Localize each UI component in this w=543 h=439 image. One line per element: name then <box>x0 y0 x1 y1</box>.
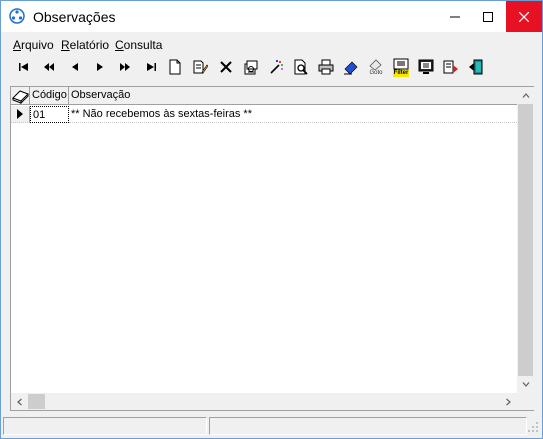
print-button[interactable] <box>315 56 337 78</box>
properties-icon <box>244 60 258 75</box>
scrollbar-corner <box>517 393 534 410</box>
chevron-down-icon <box>522 382 529 387</box>
printer-icon <box>318 59 334 75</box>
title-bar: Observações <box>1 1 542 32</box>
filter-button[interactable]: Filter <box>390 56 412 78</box>
horizontal-scrollbar[interactable] <box>11 393 517 410</box>
status-panel-1 <box>3 417 207 435</box>
minimize-button[interactable] <box>438 1 472 32</box>
new-record-button[interactable] <box>164 56 186 78</box>
last-record-button[interactable] <box>140 56 162 78</box>
goto-icon <box>369 59 382 70</box>
print-preview-icon <box>294 59 308 75</box>
current-row-icon <box>17 109 23 119</box>
monitor-icon <box>418 59 434 74</box>
horizontal-scroll-thumb[interactable] <box>28 394 45 409</box>
export-icon <box>443 60 458 74</box>
toolbar: Goto Filter <box>13 56 533 78</box>
delete-record-button[interactable] <box>215 56 237 78</box>
goto-label: Goto <box>369 70 383 76</box>
next-icon <box>97 63 103 71</box>
exit-door-icon <box>469 59 483 75</box>
column-header-codigo[interactable]: Código <box>30 87 69 105</box>
row-indicator[interactable] <box>11 106 30 123</box>
menu-arquivo-label: rquivo <box>21 38 54 52</box>
new-document-icon <box>169 59 181 75</box>
cell-codigo[interactable]: 01 <box>30 106 69 123</box>
book-icon <box>12 90 29 105</box>
observacoes-window: Observações Arquivo Relatório Consulta G… <box>0 0 543 439</box>
delete-icon <box>220 61 232 73</box>
next-page-button[interactable] <box>114 56 136 78</box>
app-icon <box>9 8 25 24</box>
previous-page-button[interactable] <box>38 56 60 78</box>
menu-consulta-label: onsulta <box>123 38 163 52</box>
menu-consulta[interactable]: Consulta <box>115 38 162 52</box>
rewind-icon <box>44 63 54 71</box>
scroll-left-button[interactable] <box>11 393 28 410</box>
prev-icon <box>72 63 78 71</box>
resize-grip[interactable] <box>527 421 539 433</box>
menu-relatorio[interactable]: Relatório <box>61 38 109 52</box>
preview-button[interactable] <box>290 56 312 78</box>
scroll-down-button[interactable] <box>517 376 534 393</box>
erase-button[interactable] <box>340 56 362 78</box>
status-bar <box>1 415 542 438</box>
menu-bar: Arquivo Relatório Consulta <box>1 36 542 54</box>
vertical-scroll-thumb[interactable] <box>518 104 533 376</box>
resize-grip-icon <box>528 422 538 432</box>
wizard-button[interactable] <box>265 56 287 78</box>
chevron-right-icon <box>506 398 511 405</box>
eraser-icon <box>344 61 358 75</box>
menu-arquivo[interactable]: Arquivo <box>13 38 54 52</box>
chevron-left-icon <box>17 398 22 405</box>
first-record-button[interactable] <box>13 56 35 78</box>
menu-arquivo-accel: A <box>13 38 22 52</box>
maximize-button[interactable] <box>471 1 505 32</box>
menu-consulta-accel: C <box>115 38 124 52</box>
previous-record-button[interactable] <box>64 56 86 78</box>
scroll-right-button[interactable] <box>500 393 517 410</box>
records-grid[interactable]: Código Observação 01 ** Não recebemos às… <box>10 86 534 411</box>
screen-button[interactable] <box>415 56 437 78</box>
edit-record-button[interactable] <box>189 56 211 78</box>
exit-button[interactable] <box>465 56 487 78</box>
scroll-up-button[interactable] <box>517 87 534 104</box>
goto-button[interactable]: Goto <box>365 56 387 78</box>
chevron-up-icon <box>522 93 529 98</box>
column-header-observacao[interactable]: Observação <box>69 87 517 105</box>
close-button[interactable] <box>506 1 542 32</box>
menu-relatorio-label: elatório <box>69 38 110 52</box>
vertical-scrollbar[interactable] <box>517 87 534 393</box>
filter-label: Filter <box>392 69 410 77</box>
next-record-button[interactable] <box>89 56 111 78</box>
last-record-icon <box>147 63 156 71</box>
magic-wand-icon <box>270 60 283 74</box>
menu-relatorio-accel: R <box>61 38 70 52</box>
first-record-icon <box>19 63 28 71</box>
fast-forward-icon <box>120 63 130 71</box>
cell-observacao[interactable]: ** Não recebemos às sextas-feiras ** <box>69 106 517 123</box>
grid-corner <box>11 87 30 105</box>
properties-button[interactable] <box>240 56 262 78</box>
filter-icon <box>393 58 409 69</box>
edit-document-icon <box>193 60 208 74</box>
status-panel-2 <box>209 417 527 435</box>
window-title: Observações <box>33 9 116 25</box>
export-button[interactable] <box>440 56 462 78</box>
